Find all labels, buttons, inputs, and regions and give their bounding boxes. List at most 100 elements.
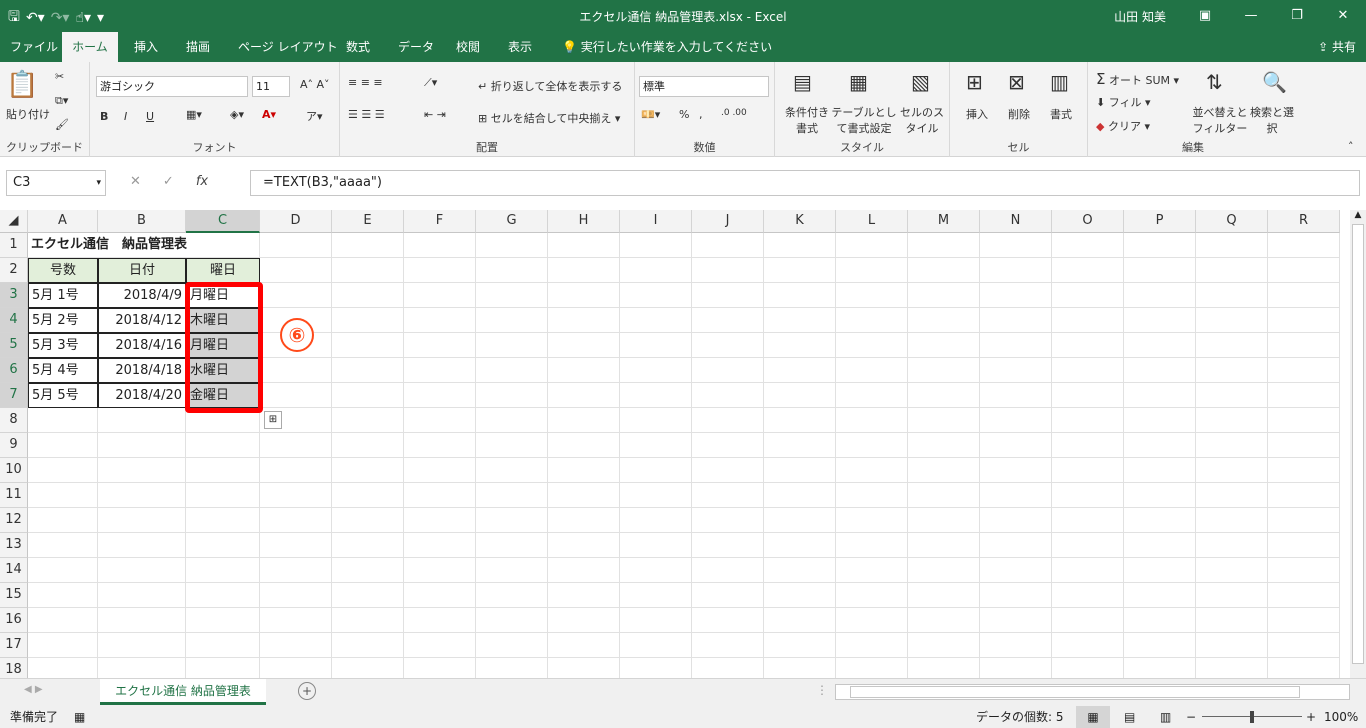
minimize-icon[interactable]: — [1228,0,1274,32]
cell[interactable] [476,233,548,258]
table-cell-date[interactable]: 2018/4/9 [98,283,186,308]
format-cells-icon[interactable]: ▥ [1050,70,1069,94]
cell[interactable] [764,633,836,658]
cell[interactable] [1196,483,1268,508]
cell[interactable] [332,533,404,558]
cell[interactable] [1196,333,1268,358]
row-header-10[interactable]: 10 [0,458,28,483]
vertical-scrollbar[interactable]: ▲ [1350,210,1366,678]
cell[interactable] [548,608,620,633]
cell[interactable] [620,458,692,483]
cell[interactable] [620,333,692,358]
cell[interactable] [404,608,476,633]
cell[interactable] [476,583,548,608]
decimal-icon[interactable]: .0 .00 [721,108,747,118]
name-box-dropdown-icon[interactable]: ▾ [96,171,101,195]
column-header-h[interactable]: H [548,210,620,233]
cell[interactable] [1268,258,1340,283]
cell[interactable] [620,433,692,458]
delete-cells-icon[interactable]: ⊠ [1008,70,1025,94]
cell[interactable] [260,433,332,458]
cell[interactable] [980,408,1052,433]
cell[interactable] [476,283,548,308]
cell[interactable] [908,633,980,658]
column-header-e[interactable]: E [332,210,404,233]
insert-cells-icon[interactable]: ⊞ [966,70,983,94]
phonetic-icon[interactable]: ア▾ [306,108,323,124]
cell[interactable] [836,258,908,283]
cell[interactable] [1268,608,1340,633]
cell[interactable] [332,333,404,358]
cell[interactable] [908,333,980,358]
cell[interactable] [1124,333,1196,358]
cell[interactable] [332,433,404,458]
cell[interactable] [260,508,332,533]
cell[interactable] [548,383,620,408]
delete-cells-button[interactable]: 削除 [1008,106,1030,122]
cell[interactable] [620,533,692,558]
cell[interactable] [404,358,476,383]
cell[interactable] [908,533,980,558]
cell[interactable] [548,358,620,383]
cell[interactable] [476,433,548,458]
column-header-j[interactable]: J [692,210,764,233]
cell[interactable] [260,283,332,308]
cell[interactable] [692,408,764,433]
cell[interactable] [476,633,548,658]
cell[interactable] [692,333,764,358]
table-cell-date[interactable]: 2018/4/16 [98,333,186,358]
cell[interactable] [260,383,332,408]
cell[interactable] [404,483,476,508]
zoom-out-icon[interactable]: − [1186,706,1196,728]
cell[interactable] [836,408,908,433]
cell[interactable] [620,358,692,383]
cell[interactable] [260,233,332,258]
bold-button[interactable]: B [100,110,108,123]
cell[interactable] [620,408,692,433]
cell[interactable] [620,508,692,533]
cancel-icon[interactable]: ✕ [130,174,141,189]
cell[interactable] [764,308,836,333]
cell[interactable] [1052,283,1124,308]
cell[interactable] [908,308,980,333]
cell[interactable] [764,533,836,558]
cell[interactable] [980,508,1052,533]
cell[interactable] [1124,533,1196,558]
user-name[interactable]: 山田 知美 [1114,8,1166,25]
cell[interactable] [1196,358,1268,383]
cell[interactable] [1196,383,1268,408]
cell[interactable] [1124,558,1196,583]
cell[interactable] [620,258,692,283]
cell[interactable] [1268,333,1340,358]
cell[interactable] [980,458,1052,483]
indent-icon[interactable]: ⇤ ⇥ [424,108,446,121]
italic-button[interactable]: I [124,110,127,123]
cell[interactable] [28,458,98,483]
font-name-combo[interactable]: 游ゴシック [96,76,248,97]
fill-button[interactable]: ⬇ フィル ▾ [1096,94,1151,110]
cell[interactable] [332,483,404,508]
cell[interactable] [980,383,1052,408]
cell[interactable] [1052,633,1124,658]
cell[interactable] [98,558,186,583]
table-cell-issue[interactable]: 5月 1号 [28,283,98,308]
cell[interactable] [1124,633,1196,658]
cell[interactable] [980,658,1052,678]
cell[interactable] [1052,658,1124,678]
cell[interactable] [404,308,476,333]
row-header-2[interactable]: 2 [0,258,28,283]
font-size-combo[interactable]: 11 [252,76,290,97]
cell[interactable] [1124,308,1196,333]
row-header-15[interactable]: 15 [0,583,28,608]
quick-analysis-icon[interactable]: ⊞ [264,411,282,429]
cell[interactable] [980,633,1052,658]
cell[interactable] [836,608,908,633]
cell[interactable] [186,583,260,608]
cell[interactable] [908,458,980,483]
column-header-q[interactable]: Q [1196,210,1268,233]
column-header-i[interactable]: I [620,210,692,233]
cell[interactable] [1124,508,1196,533]
zoom-slider-thumb[interactable] [1250,711,1254,723]
cell[interactable] [1052,583,1124,608]
cell[interactable] [764,433,836,458]
